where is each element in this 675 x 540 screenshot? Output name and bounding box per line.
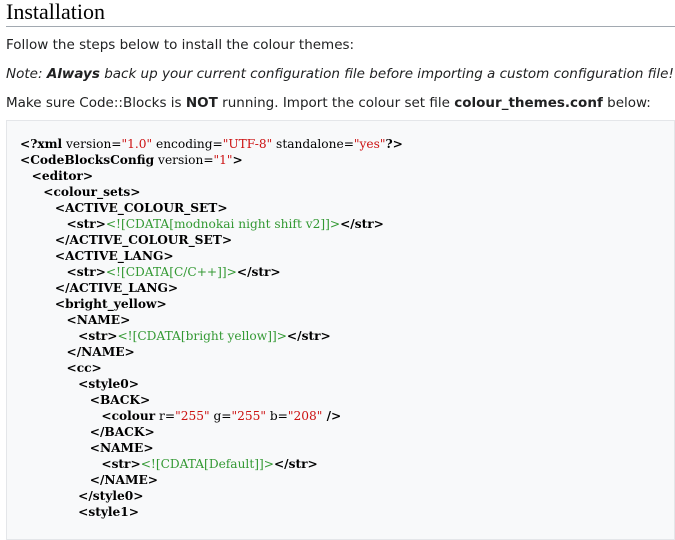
code-token: "UTF-8" — [222, 137, 273, 151]
code-listing: <?xml version="1.0" encoding="UTF-8" sta… — [20, 136, 403, 520]
code-token: </ACTIVE_LANG> — [54, 281, 179, 295]
instruction-paragraph: Make sure Code::Blocks is NOT running. I… — [6, 94, 651, 112]
code-token: <str> — [101, 457, 141, 471]
code-token: <![CDATA[C/C++]]> — [105, 265, 237, 279]
code-line: <NAME> — [20, 313, 131, 327]
code-token: </str> — [286, 329, 331, 343]
code-token: g= — [209, 409, 232, 423]
code-line: <ACTIVE_LANG> — [20, 249, 174, 263]
code-token: b= — [265, 409, 288, 423]
code-token: </ACTIVE_COLOUR_SET> — [54, 233, 233, 247]
code-token: version= — [154, 153, 214, 167]
code-line: <colour_sets> — [20, 185, 140, 199]
code-token: <colour — [101, 409, 156, 423]
code-token: "1" — [213, 153, 233, 167]
code-token: r= — [155, 409, 176, 423]
code-token: "255" — [175, 409, 210, 423]
code-line: <cc> — [20, 361, 102, 375]
code-token: version= — [62, 137, 122, 151]
code-line: <str><![CDATA[Default]]></str> — [20, 457, 318, 471]
code-line: </NAME> — [20, 345, 135, 359]
section-title: Installation — [6, 0, 105, 24]
code-token: <NAME> — [66, 313, 131, 327]
code-line: <editor> — [20, 169, 94, 183]
code-token: <BACK> — [89, 393, 151, 407]
code-token: </BACK> — [89, 425, 155, 439]
code-token: "255" — [231, 409, 266, 423]
code-line: <NAME> — [20, 441, 154, 455]
code-token: </str> — [236, 265, 281, 279]
code-line: <str><![CDATA[bright yellow]]></str> — [20, 329, 331, 343]
code-token: /> — [322, 409, 342, 423]
code-token: <![CDATA[modnokai night shift v2]]> — [105, 217, 341, 231]
code-token: </style0> — [78, 489, 144, 503]
note-label: Note: — [6, 66, 43, 82]
code-token: > — [232, 153, 243, 167]
code-token: </str> — [340, 217, 384, 231]
code-token: standalone= — [272, 137, 354, 151]
code-line: </style0> — [20, 489, 143, 503]
code-block[interactable]: <?xml version="1.0" encoding="UTF-8" sta… — [6, 120, 675, 540]
app-name: Code::Blocks — [79, 95, 167, 111]
instruction-text-3: running. Import the colour set file — [217, 95, 455, 111]
code-token: <str> — [78, 329, 118, 343]
code-token: <ACTIVE_LANG> — [54, 249, 174, 263]
code-token: encoding= — [152, 137, 223, 151]
code-line: <style0> — [20, 377, 139, 391]
note-emphasis: Always — [46, 66, 100, 82]
code-token: <str> — [66, 265, 106, 279]
intro-paragraph: Follow the steps below to install the co… — [6, 37, 355, 53]
code-token: </str> — [273, 457, 318, 471]
code-line: <str><![CDATA[C/C++]]></str> — [20, 265, 281, 279]
code-token: "208" — [287, 409, 323, 423]
code-token: <cc> — [66, 361, 102, 375]
instruction-text-2: is — [166, 95, 186, 111]
code-token: </NAME> — [89, 473, 158, 487]
code-token: <editor> — [31, 169, 94, 183]
code-token: <NAME> — [89, 441, 154, 455]
code-token: <CodeBlocksConfig — [20, 153, 155, 167]
code-token: </NAME> — [66, 345, 135, 359]
code-token: <![CDATA[bright yellow]]> — [117, 329, 287, 343]
code-line: </ACTIVE_LANG> — [20, 281, 178, 295]
code-line: <CodeBlocksConfig version="1"> — [20, 153, 243, 167]
instruction-text-4: below: — [602, 95, 651, 111]
section-heading: Installation — [6, 0, 675, 27]
code-token: <![CDATA[Default]]> — [140, 457, 274, 471]
code-token: <ACTIVE_COLOUR_SET> — [54, 201, 228, 215]
code-token: <str> — [66, 217, 106, 231]
note-paragraph: Note: Always back up your current config… — [6, 65, 674, 83]
code-line: <bright_yellow> — [20, 297, 167, 311]
code-line: <style1> — [20, 505, 139, 519]
code-line: </BACK> — [20, 425, 155, 439]
config-file-name: colour_themes.conf — [454, 95, 603, 111]
code-token: "1.0" — [121, 137, 153, 151]
instruction-text-1: Make sure — [6, 95, 80, 111]
code-line: <ACTIVE_COLOUR_SET> — [20, 201, 228, 215]
code-token: <style0> — [78, 377, 139, 391]
code-token: "yes" — [353, 137, 386, 151]
not-emphasis: NOT — [185, 95, 218, 111]
code-token: <style1> — [78, 505, 139, 519]
code-token: ?> — [385, 137, 403, 151]
code-token: <bright_yellow> — [54, 297, 167, 311]
code-token: <colour_sets> — [43, 185, 141, 199]
code-line: <?xml version="1.0" encoding="UTF-8" sta… — [20, 137, 403, 151]
code-line: <BACK> — [20, 393, 150, 407]
code-line: <str><![CDATA[modnokai night shift v2]]>… — [20, 217, 384, 231]
code-line: <colour r="255" g="255" b="208" /> — [20, 409, 341, 423]
note-text: back up your current configuration file … — [104, 66, 674, 82]
code-token: <?xml — [20, 137, 63, 151]
code-line: </ACTIVE_COLOUR_SET> — [20, 233, 232, 247]
code-line: </NAME> — [20, 473, 158, 487]
